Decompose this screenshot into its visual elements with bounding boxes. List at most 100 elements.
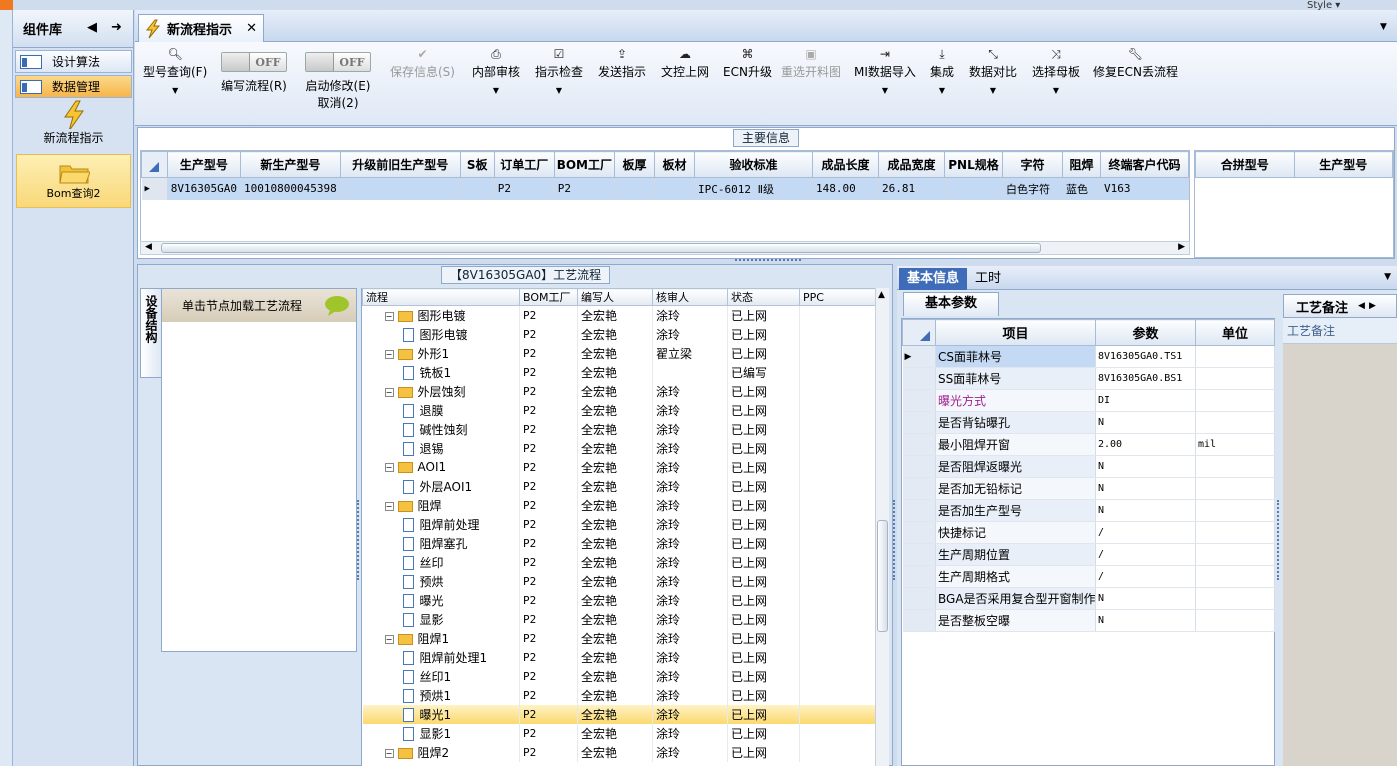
- param-value[interactable]: N: [1095, 477, 1196, 500]
- scroll-thumb[interactable]: [161, 243, 1041, 253]
- column-header[interactable]: 终端客户代码: [1100, 151, 1189, 178]
- write-flow-button[interactable]: OFF 编写流程(R): [221, 52, 287, 94]
- tree-row[interactable]: 阻焊前处理 P2 全宏艳 涂玲 已上网: [362, 514, 875, 534]
- collapse-icon[interactable]: −: [384, 387, 394, 397]
- tab-process-note[interactable]: 工艺备注 ◀ ▶: [1283, 294, 1397, 318]
- tree-row[interactable]: − 阻焊1 P2 全宏艳 涂玲 已上网: [362, 628, 875, 648]
- tab-basic-info[interactable]: 基本信息: [899, 268, 968, 290]
- tab-list-dropdown-icon[interactable]: ▼: [1380, 22, 1387, 32]
- column-header[interactable]: 核审人: [652, 288, 728, 306]
- tree-node[interactable]: 图形电镀: [362, 324, 520, 344]
- tree-node[interactable]: − 外形1: [362, 343, 520, 363]
- column-header[interactable]: 升级前旧生产型号: [339, 151, 461, 178]
- column-header[interactable]: 新生产型号: [239, 151, 341, 178]
- tree-row[interactable]: 预烘1 P2 全宏艳 涂玲 已上网: [362, 685, 875, 705]
- arrow-right-icon[interactable]: ▶: [1369, 301, 1376, 311]
- column-header[interactable]: 验收标准: [694, 151, 813, 178]
- tree-row[interactable]: 退膜 P2 全宏艳 涂玲 已上网: [362, 400, 875, 420]
- param-value[interactable]: 8V16305GA0.TS1: [1095, 345, 1196, 368]
- tree-row[interactable]: − 图形电镀 P2 全宏艳 涂玲 已上网: [362, 305, 875, 325]
- chevron-down-icon[interactable]: ▼: [493, 86, 499, 95]
- column-header[interactable]: PPC: [799, 288, 875, 306]
- column-header[interactable]: S板: [459, 151, 495, 178]
- collapse-icon[interactable]: −: [384, 311, 394, 321]
- column-header[interactable]: 单位: [1195, 319, 1275, 346]
- param-row[interactable]: 生产周期格式 /: [902, 565, 1275, 588]
- tab-equipment-structure[interactable]: 设备结构: [140, 288, 162, 378]
- tree-node[interactable]: 显影: [362, 609, 520, 629]
- row-selector[interactable]: [902, 565, 936, 588]
- column-header[interactable]: PNL规格: [944, 151, 1003, 178]
- tree-node[interactable]: 预烘1: [362, 685, 520, 705]
- param-row[interactable]: SS面菲林号 8V16305GA0.BS1: [902, 367, 1275, 390]
- tree-row[interactable]: − AOI1 P2 全宏艳 涂玲 已上网: [362, 457, 875, 477]
- tree-node[interactable]: − 图形电镀: [362, 305, 520, 325]
- table-cell[interactable]: 蓝色: [1062, 177, 1101, 200]
- column-header[interactable]: 流程: [362, 288, 520, 306]
- close-icon[interactable]: ✕: [246, 21, 257, 36]
- table-cell[interactable]: V163: [1100, 177, 1189, 200]
- tile-new-flow[interactable]: 新流程指示: [16, 100, 131, 152]
- publish-button[interactable]: ☁ 文控上网: [661, 46, 709, 80]
- table-cell[interactable]: P2: [494, 177, 555, 200]
- table-cell[interactable]: [944, 177, 1003, 200]
- start-modify-toggle[interactable]: OFF: [305, 52, 371, 72]
- table-cell[interactable]: [614, 177, 655, 200]
- column-header[interactable]: 板材: [654, 151, 695, 178]
- chevron-down-icon[interactable]: ▼: [1053, 86, 1059, 95]
- tree-node[interactable]: 预烘: [362, 571, 520, 591]
- row-selector[interactable]: [902, 543, 936, 566]
- chevron-down-icon[interactable]: ▼: [882, 86, 888, 95]
- table-cell[interactable]: P2: [554, 177, 616, 200]
- tree-node[interactable]: − AOI1: [362, 457, 520, 477]
- row-selector[interactable]: [902, 521, 936, 544]
- param-row[interactable]: 曝光方式 DI: [902, 389, 1275, 412]
- collapse-icon[interactable]: −: [384, 463, 394, 472]
- param-value[interactable]: 8V16305GA0.BS1: [1095, 367, 1196, 390]
- tree-node[interactable]: 阻焊前处理1: [362, 647, 520, 667]
- tree-node[interactable]: − 阻焊1: [362, 628, 520, 648]
- tree-row[interactable]: − 外层蚀刻 P2 全宏艳 涂玲 已上网: [362, 381, 875, 401]
- row-selector[interactable]: [902, 367, 936, 390]
- tree-node[interactable]: 退膜: [362, 400, 520, 420]
- chevron-down-icon[interactable]: ▼: [1384, 272, 1391, 282]
- row-selector[interactable]: [902, 587, 936, 610]
- scroll-left-icon[interactable]: ◀: [145, 242, 152, 252]
- splitter-handle[interactable]: [893, 500, 897, 580]
- tree-node[interactable]: 碱性蚀刻: [362, 419, 520, 439]
- scroll-right-icon[interactable]: ▶: [1178, 242, 1185, 252]
- tree-node[interactable]: 曝光: [362, 590, 520, 610]
- table-cell[interactable]: 10010800045398: [240, 177, 341, 200]
- data-compare-button[interactable]: ⤡ 数据对比 ▼: [969, 46, 1017, 95]
- param-row[interactable]: 是否背钻曝孔 N: [902, 411, 1275, 434]
- tree-row[interactable]: − 阻焊 P2 全宏艳 涂玲 已上网: [362, 495, 875, 515]
- column-header[interactable]: BOM工厂: [553, 151, 616, 178]
- table-cell[interactable]: 148.00: [812, 177, 879, 200]
- param-row[interactable]: 是否加生产型号 N: [902, 499, 1275, 522]
- reselect-cutting-button[interactable]: ▣ 重选开料图: [781, 46, 841, 80]
- tree-row[interactable]: 外层AOI1 P2 全宏艳 涂玲 已上网: [362, 476, 875, 496]
- row-selector[interactable]: [902, 609, 936, 632]
- param-value[interactable]: DI: [1095, 389, 1196, 412]
- column-header[interactable]: 状态: [727, 288, 800, 306]
- tree-row[interactable]: 丝印1 P2 全宏艳 涂玲 已上网: [362, 666, 875, 686]
- load-flow-header[interactable]: 单击节点加载工艺流程: [162, 289, 356, 322]
- chevron-down-icon[interactable]: ▼: [939, 86, 945, 95]
- column-header[interactable]: 生产型号: [166, 151, 241, 178]
- tree-node[interactable]: 阻焊塞孔: [362, 533, 520, 553]
- param-value[interactable]: N: [1095, 609, 1196, 632]
- column-header[interactable]: 订单工厂: [493, 151, 555, 178]
- pin-icon[interactable]: ➜: [111, 20, 122, 35]
- row-selector[interactable]: [902, 477, 936, 500]
- table-row[interactable]: ▶ 8V16305GA0 10010800045398 P2 P2 IPC-6012 Ⅱ级…: [141, 177, 1189, 200]
- column-header[interactable]: 编写人: [577, 288, 653, 306]
- param-value[interactable]: N: [1095, 587, 1196, 610]
- tree-node[interactable]: 退锡: [362, 438, 520, 458]
- row-selector[interactable]: [902, 389, 936, 412]
- tab-new-flow[interactable]: 新流程指示 ✕: [138, 14, 264, 42]
- column-header[interactable]: 参数: [1095, 319, 1196, 346]
- app-menu-orb[interactable]: [0, 0, 13, 10]
- param-row[interactable]: 是否阻焊返曝光 N: [902, 455, 1275, 478]
- tree-row[interactable]: 退锡 P2 全宏艳 涂玲 已上网: [362, 438, 875, 458]
- mi-import-button[interactable]: ⇥ MI数据导入 ▼: [854, 46, 916, 95]
